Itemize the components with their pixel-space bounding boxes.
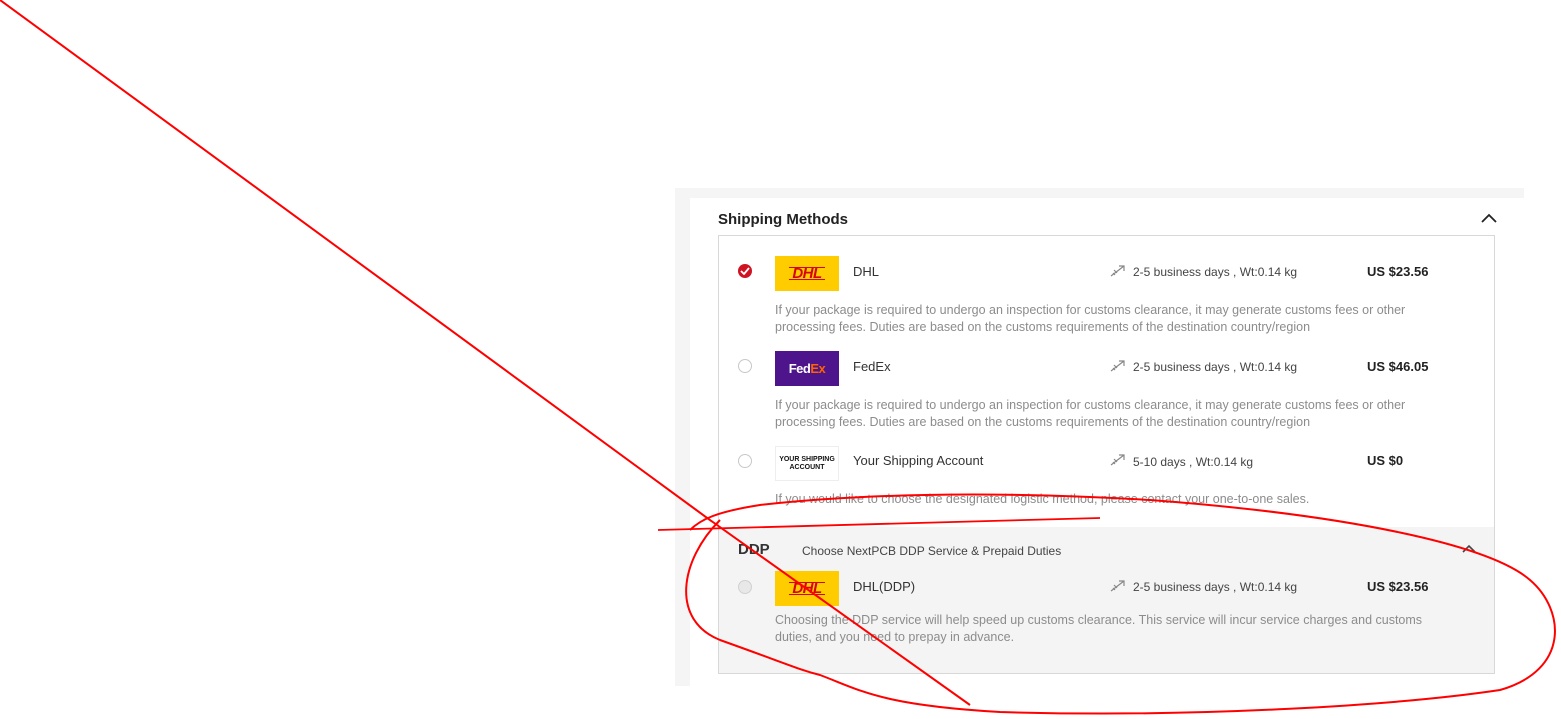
dhl-ddp-logo: DHL bbox=[775, 571, 839, 606]
radio-dhl-ddp[interactable] bbox=[738, 580, 752, 594]
chevron-up-icon bbox=[1481, 213, 1497, 223]
annotation-arrow-line bbox=[3, 2, 713, 523]
collapse-section-button[interactable] bbox=[1479, 208, 1499, 228]
transit-info-your-shipping-account: 5-10 days , Wt:0.14 kg bbox=[1133, 455, 1254, 469]
plane-icon bbox=[1110, 360, 1125, 372]
ddp-title: DDP bbox=[738, 541, 770, 558]
dhl-logo: DHL bbox=[775, 256, 839, 291]
transit-info-fedex: 2-5 business days , Wt:0.14 kg bbox=[1133, 360, 1298, 374]
radio-fedex[interactable] bbox=[738, 359, 752, 373]
fedex-logo: FedEx bbox=[775, 351, 839, 386]
carrier-name-dhl-ddp: DHL(DDP) bbox=[853, 579, 916, 594]
carrier-name-your-shipping-account: Your Shipping Account bbox=[853, 453, 984, 468]
radio-dhl[interactable] bbox=[738, 264, 752, 278]
price-dhl-ddp: US $23.56 bbox=[1367, 579, 1429, 594]
description-fedex: If your package is required to undergo a… bbox=[775, 398, 1406, 429]
collapse-ddp-button[interactable] bbox=[1460, 540, 1478, 558]
ddp-subtitle: Choose NextPCB DDP Service & Prepaid Dut… bbox=[802, 544, 1062, 558]
carrier-name-dhl: DHL bbox=[853, 264, 880, 279]
price-dhl: US $23.56 bbox=[1367, 264, 1429, 279]
transit-info-dhl: 2-5 business days , Wt:0.14 kg bbox=[1133, 265, 1298, 279]
radio-your-shipping-account[interactable] bbox=[738, 454, 752, 468]
check-icon bbox=[740, 267, 750, 275]
plane-icon bbox=[1110, 454, 1125, 466]
section-title: Shipping Methods bbox=[718, 211, 848, 228]
transit-info-dhl-ddp: 2-5 business days , Wt:0.14 kg bbox=[1133, 580, 1298, 594]
description-dhl: If your package is required to undergo a… bbox=[775, 303, 1406, 334]
plane-icon bbox=[1110, 265, 1125, 277]
description-your-shipping-account: If you would like to choose the designat… bbox=[775, 492, 1310, 506]
carrier-name-fedex: FedEx bbox=[853, 359, 891, 374]
plane-icon bbox=[1110, 580, 1125, 592]
description-dhl-ddp: Choosing the DDP service will help speed… bbox=[775, 613, 1423, 644]
your-shipping-account-logo: YOUR SHIPPING ACCOUNT bbox=[775, 446, 839, 481]
chevron-up-icon bbox=[1462, 544, 1476, 553]
price-your-shipping-account: US $0 bbox=[1367, 453, 1404, 468]
price-fedex: US $46.05 bbox=[1367, 359, 1429, 374]
